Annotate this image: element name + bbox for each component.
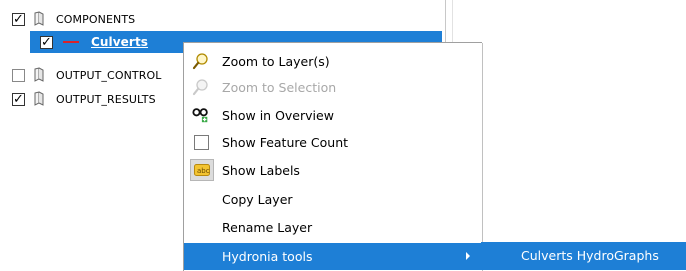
menu-item-show-labels[interactable]: abc Show Labels [184,157,482,183]
context-menu: Zoom to Layer(s) Zoom to Selection Show … [183,42,482,271]
menu-item-label: Hydronia tools [222,249,313,264]
menu-item-zoom-to-selection[interactable]: Zoom to Selection [184,74,482,100]
tree-row-output-results[interactable]: ✓ OUTPUT_RESULTS [12,88,156,110]
layer-checkbox[interactable]: ✓ [40,35,53,49]
layer-checkbox[interactable]: ✓ [12,12,25,26]
group-layer-icon [34,11,44,26]
group-layer-icon [34,91,44,106]
svg-text:abc: abc [197,167,210,175]
submenu[interactable]: Culverts HydroGraphs [481,242,686,270]
menu-item-show-feature-count[interactable]: Show Feature Count [184,129,482,155]
menu-item-label: Show Feature Count [222,134,349,150]
menu-item-show-in-overview[interactable]: Show in Overview [184,102,482,128]
checkbox-icon[interactable] [192,133,210,151]
menu-item-label: Copy Layer [222,191,293,207]
tree-row-label: OUTPUT_RESULTS [56,92,156,106]
tree-row-output-control[interactable]: OUTPUT_CONTROL [12,64,161,86]
overview-icon [192,106,210,124]
layer-checkbox[interactable] [12,68,25,82]
submenu-item-culverts-hydrographs[interactable]: Culverts HydroGraphs [521,248,659,263]
menu-item-label: Zoom to Selection [222,79,337,95]
menu-item-hydronia-tools[interactable]: Hydronia tools [184,243,482,270]
tree-row-label: COMPONENTS [56,12,136,26]
menu-item-copy-layer[interactable]: Copy Layer [184,186,482,212]
menu-item-rename-layer[interactable]: Rename Layer [184,214,482,240]
submenu-arrow-icon [466,252,470,260]
labels-icon: abc [190,159,214,181]
zoom-icon [192,78,210,96]
menu-item-label: Rename Layer [222,219,313,235]
tree-row-components[interactable]: ✓ COMPONENTS [12,8,135,30]
tree-row-culverts[interactable]: ✓ Culverts [40,31,148,53]
menu-item-label: Zoom to Layer(s) [222,53,330,69]
menu-item-label: Show Labels [222,162,300,178]
zoom-icon [192,52,210,70]
menu-item-zoom-to-layer[interactable]: Zoom to Layer(s) [184,48,482,74]
line-symbol-icon [63,41,79,43]
group-layer-icon [34,67,44,82]
tree-row-label: OUTPUT_CONTROL [56,68,162,82]
menu-item-label: Show in Overview [222,107,334,123]
tree-row-label: Culverts [91,35,149,49]
layer-checkbox[interactable]: ✓ [12,92,25,106]
